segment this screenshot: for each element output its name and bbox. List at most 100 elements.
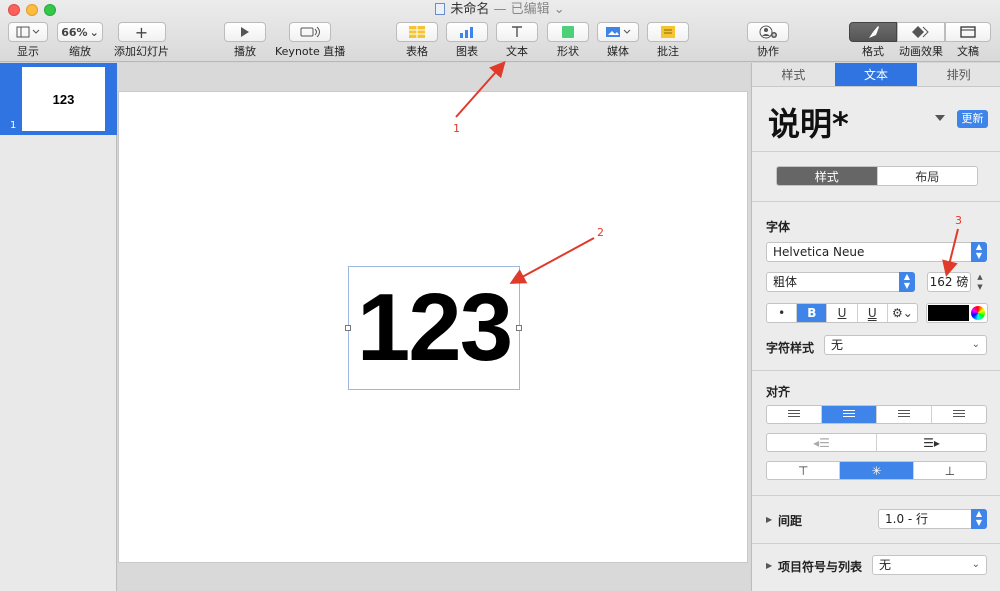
comment-control[interactable]: 批注 <box>647 22 689 58</box>
media-button[interactable] <box>597 22 639 42</box>
indent-buttons: ◂☰ ☰▸ <box>766 433 987 452</box>
font-weight-select[interactable]: 粗体 ▲ ▼ <box>766 272 915 292</box>
zoom-control[interactable]: 66% ⌄ 缩放 <box>57 22 103 58</box>
add-slide-control[interactable]: + 添加幻灯片 <box>114 22 169 58</box>
resize-handle-right[interactable] <box>516 325 522 331</box>
keynote-live-button[interactable] <box>289 22 332 42</box>
play-button[interactable] <box>224 22 266 42</box>
align-bottom-button[interactable]: ⊥ <box>914 462 986 479</box>
align-middle-icon: ✳ <box>871 463 882 478</box>
slide-text[interactable]: 123 <box>357 280 513 376</box>
shape-button[interactable] <box>547 22 589 42</box>
updown-arrows-icon: ▲ ▼ <box>971 509 987 529</box>
spacing-label[interactable]: 间距 <box>778 512 802 529</box>
view-button[interactable] <box>8 22 48 42</box>
chart-icon <box>460 27 473 38</box>
text-button[interactable] <box>496 22 538 42</box>
edit-status[interactable]: — 已编辑 ⌄ <box>493 2 564 17</box>
updown-arrows-icon: ▲ ▼ <box>971 242 987 262</box>
underline-button[interactable]: U <box>827 304 858 322</box>
format-button[interactable] <box>849 22 897 42</box>
add-slide-label: 添加幻灯片 <box>114 45 169 58</box>
align-left-button[interactable] <box>767 406 822 423</box>
slide-canvas: 123 <box>118 63 750 591</box>
selected-text-box[interactable]: 123 <box>348 266 520 390</box>
align-middle-button[interactable]: ✳ <box>840 462 914 479</box>
paintbrush-icon <box>869 26 879 38</box>
slide[interactable]: 123 <box>118 91 748 563</box>
table-control[interactable]: 表格 <box>396 22 438 58</box>
play-control[interactable]: 播放 <box>224 22 266 58</box>
shape-control[interactable]: 形状 <box>547 22 589 58</box>
zoom-value: 66% <box>61 25 88 39</box>
comment-button[interactable] <box>647 22 689 42</box>
align-bottom-icon: ⊥ <box>944 463 956 478</box>
animate-control[interactable]: 动画效果 <box>897 22 945 58</box>
increase-indent-button[interactable]: ☰▸ <box>877 434 986 451</box>
decrease-indent-button[interactable]: ◂☰ <box>767 434 877 451</box>
char-style-label: 字符样式 <box>766 341 815 355</box>
broadcast-icon <box>300 26 321 38</box>
align-right-button[interactable] <box>877 406 932 423</box>
document-button[interactable] <box>945 22 991 42</box>
table-button[interactable] <box>396 22 438 42</box>
format-label: 格式 <box>862 45 884 58</box>
bullet-button[interactable]: • <box>767 304 798 322</box>
text-control[interactable]: 文本 <box>496 22 538 58</box>
tab-arrange[interactable]: 排列 <box>917 63 1000 86</box>
char-style-select[interactable]: 无 ⌄ <box>824 335 987 355</box>
keynote-live-control[interactable]: Keynote 直播 <box>275 22 345 58</box>
document-control[interactable]: 文稿 <box>945 22 991 58</box>
zoom-select[interactable]: 66% ⌄ <box>57 22 103 42</box>
zoom-label: 缩放 <box>69 45 91 58</box>
align-top-button[interactable]: ⊤ <box>767 462 841 479</box>
align-center-button[interactable] <box>822 406 877 423</box>
text-format-buttons: • B U U ⚙⌄ <box>766 303 918 323</box>
sidebar-icon <box>16 26 40 38</box>
image-icon <box>606 27 631 37</box>
collaborate-control[interactable]: 协作 <box>747 22 789 58</box>
font-size-stepper[interactable]: ▲ ▼ <box>975 272 985 292</box>
keynote-live-label: Keynote 直播 <box>275 45 346 58</box>
slide-thumbnail-selected[interactable]: 123 1 <box>0 63 117 135</box>
disclosure-triangle-icon[interactable]: ▶ <box>766 515 772 524</box>
font-family-value: Helvetica Neue <box>773 245 865 259</box>
update-style-button[interactable]: 更新 <box>957 110 988 128</box>
tab-style[interactable]: 样式 <box>752 63 835 86</box>
bullets-select[interactable]: 无 ⌄ <box>872 555 987 575</box>
chart-button[interactable] <box>446 22 488 42</box>
disclosure-triangle-icon[interactable]: ▶ <box>766 561 772 570</box>
align-left-icon <box>788 410 800 419</box>
inspector-tabs: 样式 文本 排列 <box>752 63 1000 87</box>
justify-button[interactable] <box>932 406 986 423</box>
tab-text[interactable]: 文本 <box>834 63 918 86</box>
media-control[interactable]: 媒体 <box>597 22 639 58</box>
bold-button[interactable]: B <box>797 304 828 322</box>
plus-icon: + <box>134 22 149 42</box>
bullets-label[interactable]: 项目符号与列表 <box>778 558 862 575</box>
window-title: 未命名 — 已编辑 ⌄ <box>0 1 1000 19</box>
bullets-value: 无 <box>879 558 892 572</box>
double-underline-button[interactable]: U <box>858 304 888 322</box>
text-color-well[interactable] <box>926 303 988 323</box>
chevron-down-icon[interactable] <box>935 115 945 121</box>
color-wheel-icon[interactable] <box>971 306 985 320</box>
chart-control[interactable]: 图表 <box>446 22 488 58</box>
slide-thumbnail[interactable]: 123 <box>22 67 105 131</box>
line-spacing-select[interactable]: 1.0 - 行 ▲ ▼ <box>878 509 987 529</box>
font-size-field[interactable]: 162 磅 <box>927 272 971 292</box>
color-swatch <box>928 305 969 321</box>
paragraph-style-name[interactable]: 说明* <box>768 99 849 145</box>
animate-button[interactable] <box>897 22 945 42</box>
collaborate-button[interactable] <box>747 22 789 42</box>
add-slide-button[interactable]: + <box>117 22 166 42</box>
subtab-style[interactable]: 样式 <box>777 167 878 185</box>
gear-icon[interactable]: ⚙⌄ <box>888 304 917 322</box>
media-label: 媒体 <box>607 45 629 58</box>
format-control[interactable]: 格式 <box>849 22 897 58</box>
subtab-layout[interactable]: 布局 <box>878 167 978 185</box>
font-family-select[interactable]: Helvetica Neue ▲ ▼ <box>766 242 987 262</box>
align-section-label: 对齐 <box>766 385 791 399</box>
view-control[interactable]: 显示 <box>8 22 48 58</box>
resize-handle-left[interactable] <box>345 325 351 331</box>
